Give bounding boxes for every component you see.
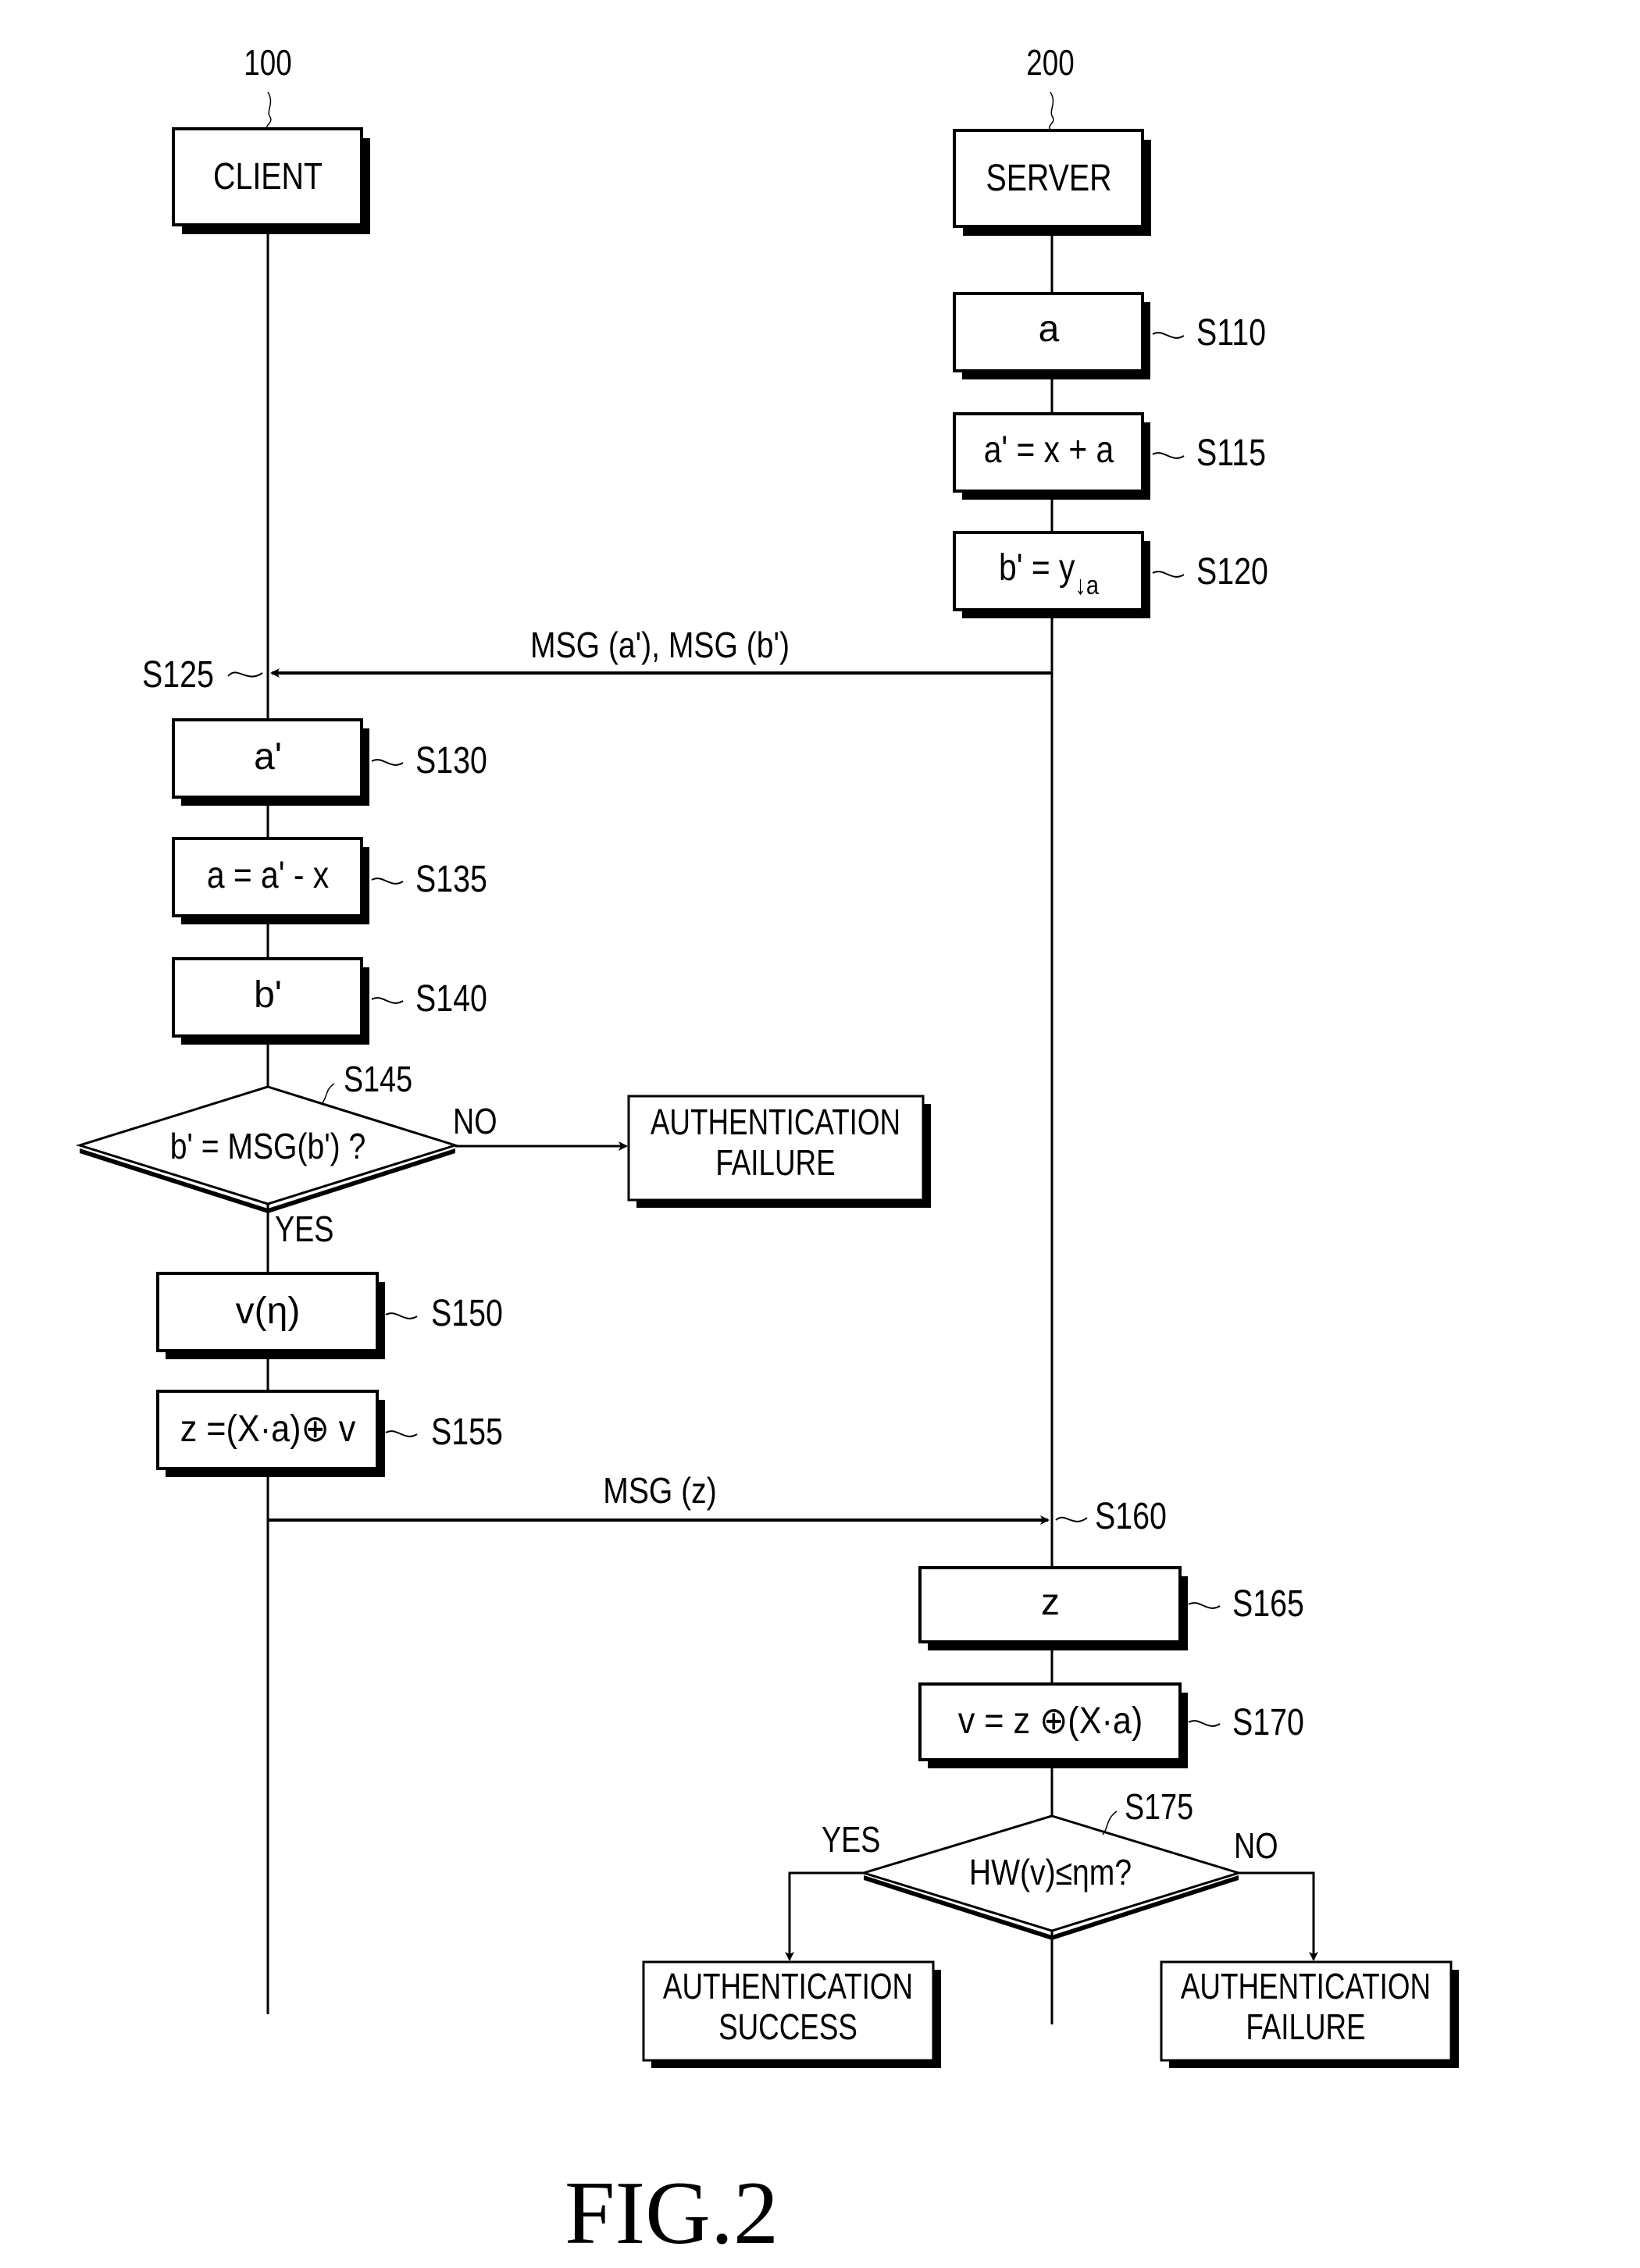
step-s115-text: a' = x + a (984, 429, 1114, 471)
server-auth-failure-box: AUTHENTICATION FAILURE (1160, 1960, 1459, 2068)
server-auth-failure-line2: FAILURE (1246, 2006, 1365, 2047)
message-s125: MSG (a'), MSG (b') S125 (142, 625, 1052, 696)
server-auth-success-line2: SUCCESS (718, 2006, 857, 2047)
step-s170-text: v = z ⊕(X·a) (958, 1700, 1143, 1742)
message-s160-label: MSG (z) (603, 1471, 716, 1511)
step-s120: b' = y↓a S120 (953, 531, 1268, 618)
step-s140-id: S140 (415, 977, 487, 1020)
decision-s175-text: HW(v)≤ηm? (969, 1853, 1132, 1893)
step-s135-leader (371, 878, 404, 885)
decision-s145-text: b' = MSG(b') ? (170, 1127, 366, 1167)
server-ref-leader (1049, 91, 1054, 130)
step-s130-text: a' (254, 736, 282, 778)
decision-s145-leader (321, 1083, 335, 1105)
step-s150-id: S150 (431, 1292, 503, 1334)
figure-caption: FIG.2 (565, 2163, 779, 2263)
step-s155-text: z =(X·a)⊕ v (180, 1408, 356, 1450)
step-s130-id: S130 (415, 739, 487, 782)
step-s165-text: z (1041, 1582, 1060, 1623)
step-s150-leader (385, 1312, 418, 1319)
step-s155-id: S155 (431, 1411, 503, 1453)
client-header-label: CLIENT (213, 155, 323, 198)
step-s120-main: b' = y (999, 547, 1075, 589)
client-auth-failure-line1: AUTHENTICATION (651, 1102, 900, 1142)
server-auth-success-line1: AUTHENTICATION (663, 1966, 913, 2006)
step-s115-id: S115 (1196, 432, 1266, 474)
decision-s175-leader (1102, 1810, 1118, 1835)
step-s130-leader (371, 759, 404, 766)
decision-s145-yes-label: YES (275, 1209, 333, 1248)
step-s170-id: S170 (1232, 1701, 1304, 1743)
client-ref-leader (266, 91, 272, 130)
decision-s175-yes-label: YES (822, 1819, 880, 1859)
step-s165-leader (1188, 1602, 1221, 1609)
decision-s175-no-arrow (1239, 1871, 1318, 1961)
step-s120-subscript: ↓a (1075, 570, 1099, 600)
message-s125-id: S125 (142, 653, 214, 696)
decision-s175-no-label: NO (1234, 1825, 1278, 1865)
server-auth-failure-line1: AUTHENTICATION (1181, 1966, 1431, 2006)
step-s140-text: b' (254, 974, 282, 1016)
client-ref-number: 100 (244, 42, 291, 83)
step-s135-text: a = a' - x (207, 855, 329, 896)
client-header-box: CLIENT (172, 127, 370, 234)
step-s110-text: a (1039, 308, 1060, 350)
message-s160: MSG (z) S160 (268, 1471, 1167, 1537)
step-s110-id: S110 (1196, 312, 1266, 354)
step-s165-id: S165 (1232, 1583, 1304, 1625)
step-s135-id: S135 (415, 858, 487, 900)
message-s125-leader (227, 671, 263, 678)
step-s115-leader (1152, 452, 1185, 459)
step-s140: b' S140 (172, 957, 487, 1045)
step-s150: v(η) S150 (156, 1272, 503, 1359)
step-s135: a = a' - x S135 (172, 837, 487, 924)
server-auth-success-box: AUTHENTICATION SUCCESS (642, 1960, 941, 2068)
decision-s145-id: S145 (344, 1059, 412, 1098)
server-ref-number: 200 (1026, 42, 1074, 83)
step-s110: a S110 (953, 292, 1266, 379)
step-s170-leader (1188, 1720, 1221, 1727)
decision-s145-no-label: NO (453, 1101, 497, 1141)
step-s170: v = z ⊕(X·a) S170 (918, 1682, 1304, 1768)
step-s120-id: S120 (1196, 550, 1268, 593)
step-s140-leader (371, 997, 404, 1004)
server-header-label: SERVER (986, 157, 1111, 199)
step-s150-text: v(η) (236, 1291, 301, 1332)
step-s155: z =(X·a)⊕ v S155 (156, 1390, 503, 1477)
message-s125-label: MSG (a'), MSG (b') (530, 625, 790, 666)
decision-s175-yes-arrow (785, 1871, 864, 1961)
decision-s145: b' = MSG(b') ? S145 NO YES (75, 1059, 628, 1249)
server-header-box: SERVER (953, 129, 1151, 236)
step-s120-leader (1152, 571, 1185, 578)
message-s160-id: S160 (1095, 1495, 1167, 1537)
message-s160-leader (1055, 1516, 1088, 1522)
step-s110-leader (1152, 332, 1185, 339)
client-auth-failure-line2: FAILURE (715, 1142, 835, 1183)
step-s155-leader (385, 1430, 418, 1437)
step-s115: a' = x + a S115 (953, 412, 1266, 500)
flowchart-canvas: 100 200 CLIENT SERVER a S110 a' = x + a … (75, 42, 1459, 2263)
client-auth-failure-box: AUTHENTICATION FAILURE (627, 1095, 931, 1208)
step-s130: a' S130 (172, 718, 487, 806)
step-s165: z S165 (918, 1566, 1304, 1650)
decision-s175-id: S175 (1125, 1786, 1193, 1826)
